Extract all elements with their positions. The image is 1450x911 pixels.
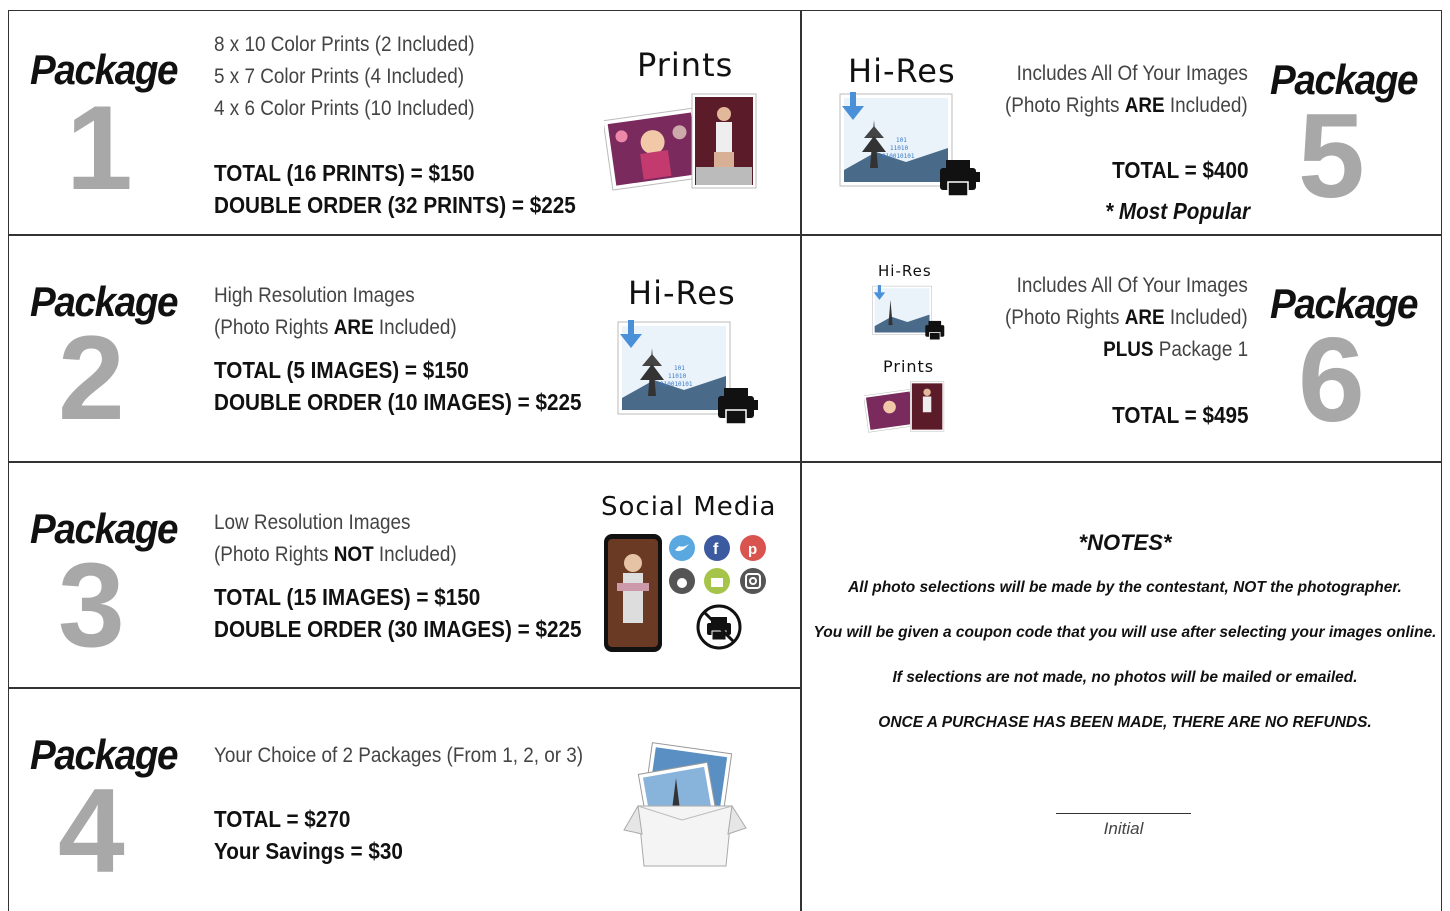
prints-graphic-label: Prints [637, 46, 734, 84]
package-2-line-1: High Resolution Images [214, 284, 415, 307]
package-3-number: 3 [58, 538, 125, 672]
note-4: ONCE A PURCHASE HAS BEEN MADE, THERE ARE… [878, 714, 1372, 731]
svg-text:101: 101 [674, 365, 685, 372]
hires-graphic-label-5: Hi-Res [848, 52, 956, 90]
note-3: If selections are not made, no photos wi… [892, 669, 1358, 686]
phone-photo-graphic [604, 534, 662, 652]
initial-signature-line[interactable] [1056, 813, 1191, 814]
hires-graphic-label: Hi-Res [628, 274, 736, 312]
row-divider-2-right [800, 461, 1442, 463]
package-6-line-1: Includes All Of Your Images [1016, 274, 1248, 297]
package-5-popular: * Most Popular [1105, 198, 1250, 224]
box-of-photos-graphic [623, 742, 747, 867]
no-print-icon [696, 604, 742, 650]
note-1: All photo selections will be made by the… [848, 579, 1402, 596]
svg-text:010010101: 010010101 [882, 153, 915, 160]
package-4-total: TOTAL = $270 [214, 806, 351, 832]
hires-small-label: Hi-Res [878, 262, 932, 280]
svg-text:010010101: 010010101 [660, 381, 693, 388]
social-icons-grid: f p [669, 535, 766, 594]
hires-small-graphic [872, 285, 945, 341]
package-2-rights: (Photo Rights ARE Included) [214, 316, 457, 339]
package-6-rights: (Photo Rights ARE Included) [1005, 306, 1248, 329]
package-2-number: 2 [58, 311, 125, 445]
svg-text:11010: 11010 [668, 373, 686, 380]
package-2-total: TOTAL (5 IMAGES) = $150 [214, 357, 469, 383]
package-6-total: TOTAL = $495 [1111, 402, 1248, 428]
notes-title: *NOTES* [1078, 530, 1172, 555]
package-2-double: DOUBLE ORDER (10 IMAGES) = $225 [214, 389, 582, 415]
svg-text:p: p [748, 541, 757, 558]
row-divider-2-left [8, 461, 801, 463]
prints-small-graphic [864, 381, 945, 433]
package-1-line-2: 5 x 7 Color Prints (4 Included) [214, 65, 465, 88]
package-6-plus: PLUS Package 1 [1103, 338, 1248, 361]
svg-text:11010: 11010 [890, 145, 908, 152]
svg-text:101: 101 [896, 137, 907, 144]
package-3-total: TOTAL (15 IMAGES) = $150 [214, 584, 481, 610]
row-divider-1-left [8, 234, 801, 236]
hires-image-graphic-5: 101 11010 010010101 [839, 92, 980, 197]
row-divider-1-right [800, 234, 1442, 236]
package-5-line-1: Includes All Of Your Images [1016, 62, 1248, 85]
initial-label: Initial [1103, 819, 1144, 838]
package-4-number: 4 [58, 764, 125, 898]
package-1-line-1: 8 x 10 Color Prints (2 Included) [214, 33, 475, 56]
package-6-number: 6 [1298, 313, 1365, 447]
package-5-rights: (Photo Rights ARE Included) [1005, 94, 1248, 117]
package-4-line-1: Your Choice of 2 Packages (From 1, 2, or… [214, 744, 584, 767]
social-media-graphic-label: Social Media [601, 492, 777, 522]
package-3-double: DOUBLE ORDER (30 IMAGES) = $225 [214, 616, 582, 642]
package-1-number: 1 [66, 81, 133, 215]
package-1-double: DOUBLE ORDER (32 PRINTS) = $225 [214, 192, 576, 218]
package-5-number: 5 [1298, 89, 1365, 223]
package-4-savings: Your Savings = $30 [214, 838, 403, 864]
package-3-line-1: Low Resolution Images [214, 511, 411, 534]
package-1-total: TOTAL (16 PRINTS) = $150 [214, 160, 475, 186]
hires-image-graphic: 101 11010 010010101 [617, 320, 758, 425]
prints-small-label: Prints [883, 357, 935, 376]
instagram-icon [740, 568, 766, 594]
row-divider-3-left [8, 687, 801, 689]
package-1-line-3: 4 x 6 Color Prints (10 Included) [214, 97, 475, 120]
package-5-total: TOTAL = $400 [1111, 157, 1248, 183]
package-3-rights: (Photo Rights NOT Included) [214, 543, 457, 566]
svg-text:f: f [713, 541, 719, 558]
prints-photos-graphic [604, 93, 757, 191]
note-2: You will be given a coupon code that you… [813, 624, 1437, 641]
